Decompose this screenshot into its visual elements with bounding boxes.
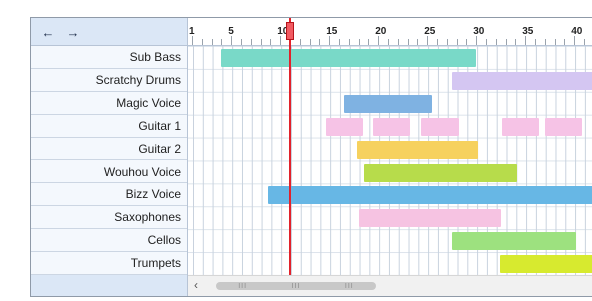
ruler-tick-label: 40 <box>571 26 583 37</box>
ruler-minor-tick <box>584 39 585 45</box>
ruler-minor-tick <box>339 39 340 45</box>
track-clip[interactable] <box>451 71 592 90</box>
ruler-minor-tick <box>329 36 331 45</box>
track-name[interactable]: Cellos <box>31 229 187 253</box>
ruler-minor-tick <box>231 36 233 45</box>
ruler-minor-tick <box>564 39 566 45</box>
track-name[interactable]: Guitar 2 <box>31 138 187 161</box>
track-clip[interactable] <box>421 117 459 136</box>
ruler-minor-tick <box>486 39 487 45</box>
track-name[interactable]: Trumpets <box>31 252 187 275</box>
track-clip[interactable] <box>326 117 364 136</box>
ruler-minor-tick <box>456 39 458 45</box>
ruler-minor-tick <box>221 39 223 45</box>
ruler-minor-tick <box>446 39 448 45</box>
scrollbar-grip: III <box>238 282 248 290</box>
scroll-left-icon[interactable]: ‹ <box>194 278 198 292</box>
track-name[interactable]: Guitar 1 <box>31 115 187 138</box>
horizontal-scrollbar[interactable]: ‹ III III III <box>188 275 592 296</box>
ruler-minor-tick <box>192 36 193 45</box>
track-list: Sub Bass Scratchy Drums Magic Voice Guitar … <box>31 46 188 296</box>
timeline-editor: ← → 1 5 10 15 20 25 30 35 40 Sub Bass Scratchy Dr… <box>30 17 592 297</box>
playhead-handle[interactable] <box>286 22 295 40</box>
ruler-minor-tick <box>397 39 399 45</box>
ruler-minor-tick <box>417 39 419 45</box>
back-button[interactable]: ← <box>39 24 57 40</box>
ruler-tick-label: 30 <box>473 26 485 37</box>
track-clip[interactable] <box>544 117 583 136</box>
ruler-minor-tick <box>427 36 429 45</box>
track-name[interactable]: Magic Voice <box>31 92 187 115</box>
ruler-minor-tick <box>299 39 301 45</box>
ruler-minor-tick <box>554 39 556 45</box>
arrow-left-icon: ← <box>41 24 55 40</box>
forward-button[interactable]: → <box>64 24 82 40</box>
ruler-tick-label: 25 <box>424 26 436 37</box>
ruler-minor-tick <box>378 36 380 45</box>
track-clip[interactable] <box>343 94 433 113</box>
ruler-minor-tick <box>368 39 370 45</box>
track-name[interactable]: Bizz Voice <box>31 183 187 207</box>
ruler-minor-tick <box>319 39 321 45</box>
ruler-minor-tick <box>241 39 242 45</box>
arrow-right-icon: → <box>66 24 80 40</box>
ruler-minor-tick <box>525 36 527 45</box>
ruler-minor-tick <box>280 36 282 45</box>
ruler-minor-tick <box>476 36 478 45</box>
track-clip[interactable] <box>451 232 577 251</box>
track-clip[interactable] <box>363 163 518 182</box>
ruler-tick-label: 35 <box>522 26 534 37</box>
ruler-tick-label: 15 <box>326 26 338 37</box>
ruler-minor-tick <box>437 39 438 45</box>
track-name[interactable]: Sub Bass <box>31 46 187 69</box>
track-name[interactable]: Scratchy Drums <box>31 69 187 92</box>
ruler-minor-tick <box>574 36 576 45</box>
scrollbar-grip: III <box>291 282 301 290</box>
ruler-minor-tick <box>407 39 409 45</box>
toolbar: ← → <box>31 18 188 46</box>
ruler-minor-tick <box>309 39 311 45</box>
track-clip[interactable] <box>501 117 539 136</box>
ruler-minor-tick <box>201 39 203 45</box>
ruler-minor-tick <box>270 39 272 45</box>
track-clip[interactable] <box>358 209 501 228</box>
ruler-minor-tick <box>348 39 350 45</box>
ruler-minor-tick <box>535 39 536 45</box>
scrollbar-thumb[interactable]: III III III <box>216 282 376 290</box>
timeline-grid[interactable] <box>188 46 592 275</box>
ruler-minor-tick <box>515 39 517 45</box>
track-clip[interactable] <box>373 117 410 136</box>
ruler-minor-tick <box>358 39 360 45</box>
ruler-minor-tick <box>466 39 468 45</box>
track-clip[interactable] <box>221 49 477 67</box>
ruler-minor-tick <box>211 39 213 45</box>
track-clip[interactable] <box>499 255 592 274</box>
track-list-footer <box>31 275 187 296</box>
playhead-line <box>289 18 292 275</box>
ruler-minor-tick <box>495 39 497 45</box>
ruler-minor-tick <box>544 39 546 45</box>
track-name[interactable]: Wouhou Voice <box>31 161 187 184</box>
ruler-minor-tick <box>250 39 252 45</box>
scrollbar-grip: III <box>344 282 354 290</box>
ruler-minor-tick <box>388 39 389 45</box>
ruler-tick-label: 20 <box>375 26 387 37</box>
ruler-minor-tick <box>505 39 507 45</box>
ruler-minor-tick <box>260 39 262 45</box>
track-clip[interactable] <box>268 186 592 205</box>
track-name[interactable]: Saxophones <box>31 206 187 230</box>
track-clip[interactable] <box>356 140 479 159</box>
time-ruler[interactable]: 1 5 10 15 20 25 30 35 40 <box>188 18 592 46</box>
